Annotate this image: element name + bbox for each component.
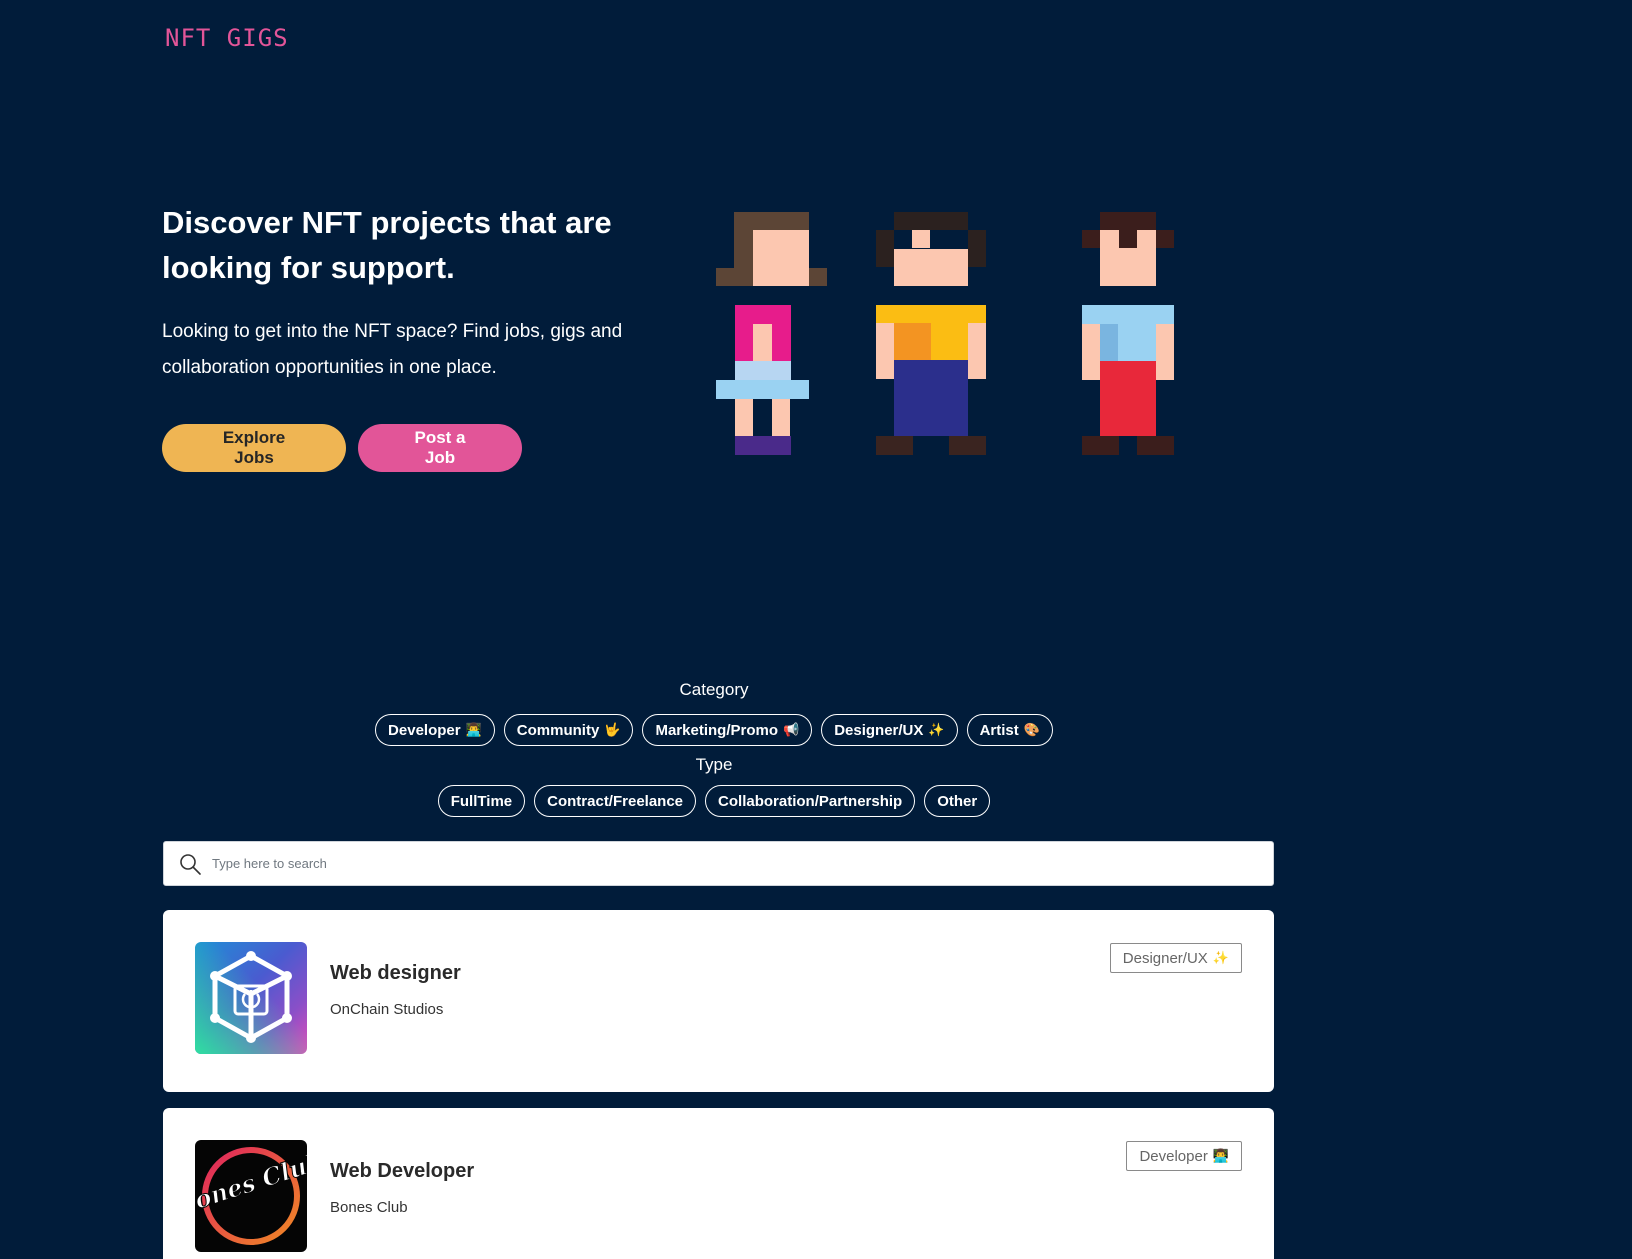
job-title[interactable]: Web designer [330, 962, 461, 985]
search-input[interactable] [212, 842, 1273, 885]
job-card[interactable]: Bones Club Web Developer Bones Club Deve… [163, 1108, 1274, 1259]
sparkles-icon: ✨ [1212, 950, 1229, 966]
hero-actions: Explore Jobs Post a Job [162, 424, 522, 472]
hero-subtitle: Looking to get into the NFT space? Find … [162, 321, 623, 378]
job-title[interactable]: Web Developer [330, 1160, 474, 1183]
chip-fulltime[interactable]: FullTime [437, 785, 526, 817]
site-logo[interactable]: NFT GIGS [165, 24, 289, 52]
chip-contract[interactable]: Contract/Freelance [534, 785, 697, 817]
explore-jobs-button[interactable]: Explore Jobs [162, 424, 346, 472]
pixel-boy-yellow [876, 212, 986, 455]
badge-label: Designer/UX [1122, 949, 1208, 967]
post-job-button[interactable]: Post a Job [358, 424, 522, 472]
job-company: OnChain Studios [330, 1001, 444, 1018]
laptop-icon: 👨‍💻 [465, 722, 482, 738]
chip-label: Community [516, 721, 600, 739]
chip-collaboration[interactable]: Collaboration/Partnership [705, 785, 916, 817]
pixel-boy-blue [1082, 212, 1174, 455]
search-bar [163, 841, 1274, 886]
pixel-characters-image [716, 212, 1174, 455]
pixel-characters-illustration [714, 212, 1184, 456]
chip-label: Developer [388, 721, 461, 739]
palette-icon: 🎨 [1023, 722, 1040, 738]
onchain-studios-logo [195, 942, 307, 1054]
badge-label: Developer [1139, 1147, 1208, 1165]
type-chips: FullTime Contract/Freelance Collaboratio… [0, 785, 1428, 817]
job-company: Bones Club [330, 1199, 408, 1216]
chip-developer[interactable]: Developer 👨‍💻 [375, 714, 495, 746]
cube-logo-icon [195, 942, 307, 1054]
chip-community[interactable]: Community 🤟 [503, 714, 634, 746]
chip-artist[interactable]: Artist 🎨 [966, 714, 1053, 746]
search-icon [180, 853, 201, 875]
page: NFT GIGS Discover NFT projects that are … [0, 0, 1632, 1259]
job-card[interactable]: Web designer OnChain Studios Designer/UX… [163, 910, 1274, 1092]
chip-marketing[interactable]: Marketing/Promo 📢 [642, 714, 813, 746]
category-chips: Developer 👨‍💻 Community 🤟 Marketing/Prom… [0, 714, 1428, 746]
job-category-badge: Designer/UX ✨ [1109, 943, 1242, 973]
chip-label: Artist [979, 721, 1019, 739]
hero-title: Discover NFT projects that are looking f… [162, 205, 612, 285]
type-label: Type [695, 755, 733, 774]
sparkles-icon: ✨ [928, 722, 945, 738]
chip-other[interactable]: Other [924, 785, 991, 817]
job-category-badge: Developer 👨‍💻 [1126, 1141, 1242, 1171]
chip-designer[interactable]: Designer/UX ✨ [821, 714, 958, 746]
bones-club-logo-image: Bones Club [195, 1140, 307, 1252]
hand-sign-icon: 🤟 [604, 722, 621, 738]
megaphone-icon: 📢 [783, 722, 800, 738]
chip-label: Marketing/Promo [655, 721, 778, 739]
chip-label: Designer/UX [834, 721, 924, 739]
category-label: Category [679, 680, 749, 699]
pixel-girl [716, 212, 827, 455]
bones-club-logo: Bones Club [195, 1140, 307, 1252]
laptop-icon: 👨‍💻 [1212, 1148, 1229, 1164]
